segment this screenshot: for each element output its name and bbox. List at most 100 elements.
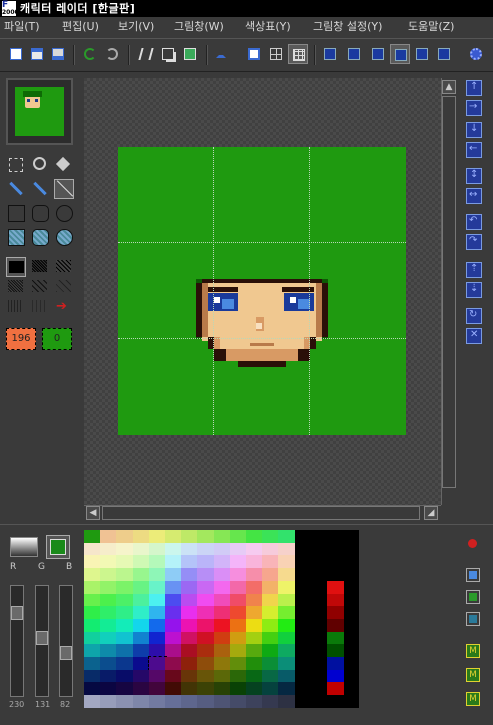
palette-swatch[interactable]: [246, 682, 263, 696]
palette-swatch[interactable]: [246, 606, 263, 620]
palette-swatch[interactable]: [246, 542, 263, 556]
move-left-button[interactable]: ←: [466, 142, 482, 158]
palette-swatch[interactable]: [132, 555, 150, 569]
palette-swatch[interactable]: [213, 542, 231, 556]
palette-swatch[interactable]: [181, 631, 199, 645]
palette-swatch[interactable]: [197, 530, 215, 543]
palette-swatch[interactable]: [310, 530, 328, 543]
palette-swatch[interactable]: [262, 657, 280, 670]
scroll-right-button[interactable]: ◢: [424, 506, 438, 520]
palette-swatch[interactable]: [229, 695, 247, 709]
palette-swatch[interactable]: [84, 695, 101, 709]
palette-swatch[interactable]: [116, 644, 134, 658]
palette-swatch[interactable]: [116, 669, 134, 683]
palette-swatch[interactable]: [213, 555, 231, 569]
sprite-f-button[interactable]: [434, 44, 454, 64]
pick-color-button[interactable]: [466, 537, 480, 551]
palette-swatch[interactable]: [213, 618, 231, 632]
palette-swatch[interactable]: [197, 618, 215, 632]
scroll-left-button[interactable]: ◀: [86, 506, 100, 520]
shift-up-button[interactable]: ⇡: [466, 262, 482, 278]
palette-swatch[interactable]: [327, 593, 344, 607]
palette-swatch[interactable]: [84, 580, 101, 594]
blue-slider[interactable]: [59, 585, 73, 697]
palette-swatch[interactable]: [310, 669, 328, 683]
palette-swatch[interactable]: [262, 568, 280, 582]
green-slider-thumb[interactable]: [36, 631, 48, 645]
menu-edit[interactable]: 편집(U): [62, 18, 99, 35]
palette-swatch[interactable]: [327, 530, 344, 543]
palette-swatch[interactable]: [213, 580, 231, 594]
palette-swatch[interactable]: [246, 695, 263, 709]
palette-swatch[interactable]: [294, 593, 312, 607]
palette-swatch[interactable]: [165, 542, 182, 556]
hscroll-thumb[interactable]: [102, 506, 420, 520]
palette-swatch[interactable]: [100, 593, 118, 607]
filled-rounded-rect-tool[interactable]: [30, 227, 50, 247]
palette-swatch[interactable]: [278, 542, 296, 556]
palette-swatch[interactable]: [327, 606, 344, 620]
palette-swatch[interactable]: [181, 644, 199, 658]
palette-swatch[interactable]: [278, 580, 296, 594]
palette-swatch[interactable]: [116, 657, 134, 670]
palette-swatch[interactable]: [294, 657, 312, 670]
palette-swatch[interactable]: [197, 657, 215, 670]
palette-swatch[interactable]: [148, 542, 166, 556]
pattern-solid[interactable]: [6, 257, 26, 277]
palette-swatch[interactable]: [262, 695, 280, 709]
palette-swatch[interactable]: [197, 644, 215, 658]
move-right-button[interactable]: →: [466, 100, 482, 116]
palette-swatch[interactable]: [148, 682, 166, 696]
palette-swatch[interactable]: [294, 542, 312, 556]
palette-swatch[interactable]: [229, 669, 247, 683]
rotate-left-button[interactable]: ↶: [466, 214, 482, 230]
palette-swatch[interactable]: [278, 657, 296, 670]
palette-swatch[interactable]: [294, 682, 312, 696]
new-button[interactable]: [6, 44, 26, 64]
palette-swatch[interactable]: [213, 657, 231, 670]
palette-swatch[interactable]: [181, 669, 199, 683]
refresh-button[interactable]: ↻: [466, 308, 482, 324]
pattern-dense[interactable]: [30, 257, 50, 277]
palette-swatch[interactable]: [100, 631, 118, 645]
palette-swatch[interactable]: [213, 606, 231, 620]
palette-swatch[interactable]: [165, 593, 182, 607]
pattern-sparse[interactable]: [30, 277, 50, 297]
palette-swatch[interactable]: [197, 593, 215, 607]
palette-swatch[interactable]: [294, 606, 312, 620]
palette-swatch[interactable]: [165, 669, 182, 683]
palette-swatch[interactable]: [229, 580, 247, 594]
palette-swatch[interactable]: [278, 606, 296, 620]
palette-swatch[interactable]: [148, 631, 166, 645]
red-slider-thumb[interactable]: [11, 606, 23, 620]
palette-swatch[interactable]: [278, 593, 296, 607]
palette-swatch[interactable]: [229, 682, 247, 696]
palette-swatch[interactable]: [246, 530, 263, 543]
menu-view[interactable]: 보기(V): [118, 18, 154, 35]
palette-swatch[interactable]: [197, 606, 215, 620]
menu-palette[interactable]: 색상표(Y): [245, 18, 291, 35]
palette-swatch[interactable]: [213, 568, 231, 582]
palette-swatch[interactable]: [165, 644, 182, 658]
palette-swatch[interactable]: [132, 606, 150, 620]
palette-swatch[interactable]: [327, 580, 344, 594]
palette-swatch[interactable]: [84, 568, 101, 582]
menu-canvas-settings[interactable]: 그림창 설정(Y): [313, 18, 382, 35]
palette-swatch[interactable]: [181, 542, 199, 556]
palette-swatch[interactable]: [294, 568, 312, 582]
clear-button[interactable]: ✕: [466, 328, 482, 344]
palette-swatch[interactable]: [148, 555, 166, 569]
palette-swatch[interactable]: [165, 631, 182, 645]
palette-swatch[interactable]: [262, 606, 280, 620]
settings-button[interactable]: [466, 44, 486, 64]
palette-swatch[interactable]: [246, 669, 263, 683]
palette-swatch[interactable]: [181, 568, 199, 582]
palette-swatch[interactable]: [310, 606, 328, 620]
palette-swatch[interactable]: [278, 669, 296, 683]
palette-swatch[interactable]: [181, 580, 199, 594]
palette-swatch[interactable]: [100, 606, 118, 620]
green-slider[interactable]: [35, 585, 49, 697]
fill-tool[interactable]: [54, 155, 74, 175]
palette-swatch[interactable]: [100, 644, 118, 658]
palette-swatch[interactable]: [84, 682, 101, 696]
